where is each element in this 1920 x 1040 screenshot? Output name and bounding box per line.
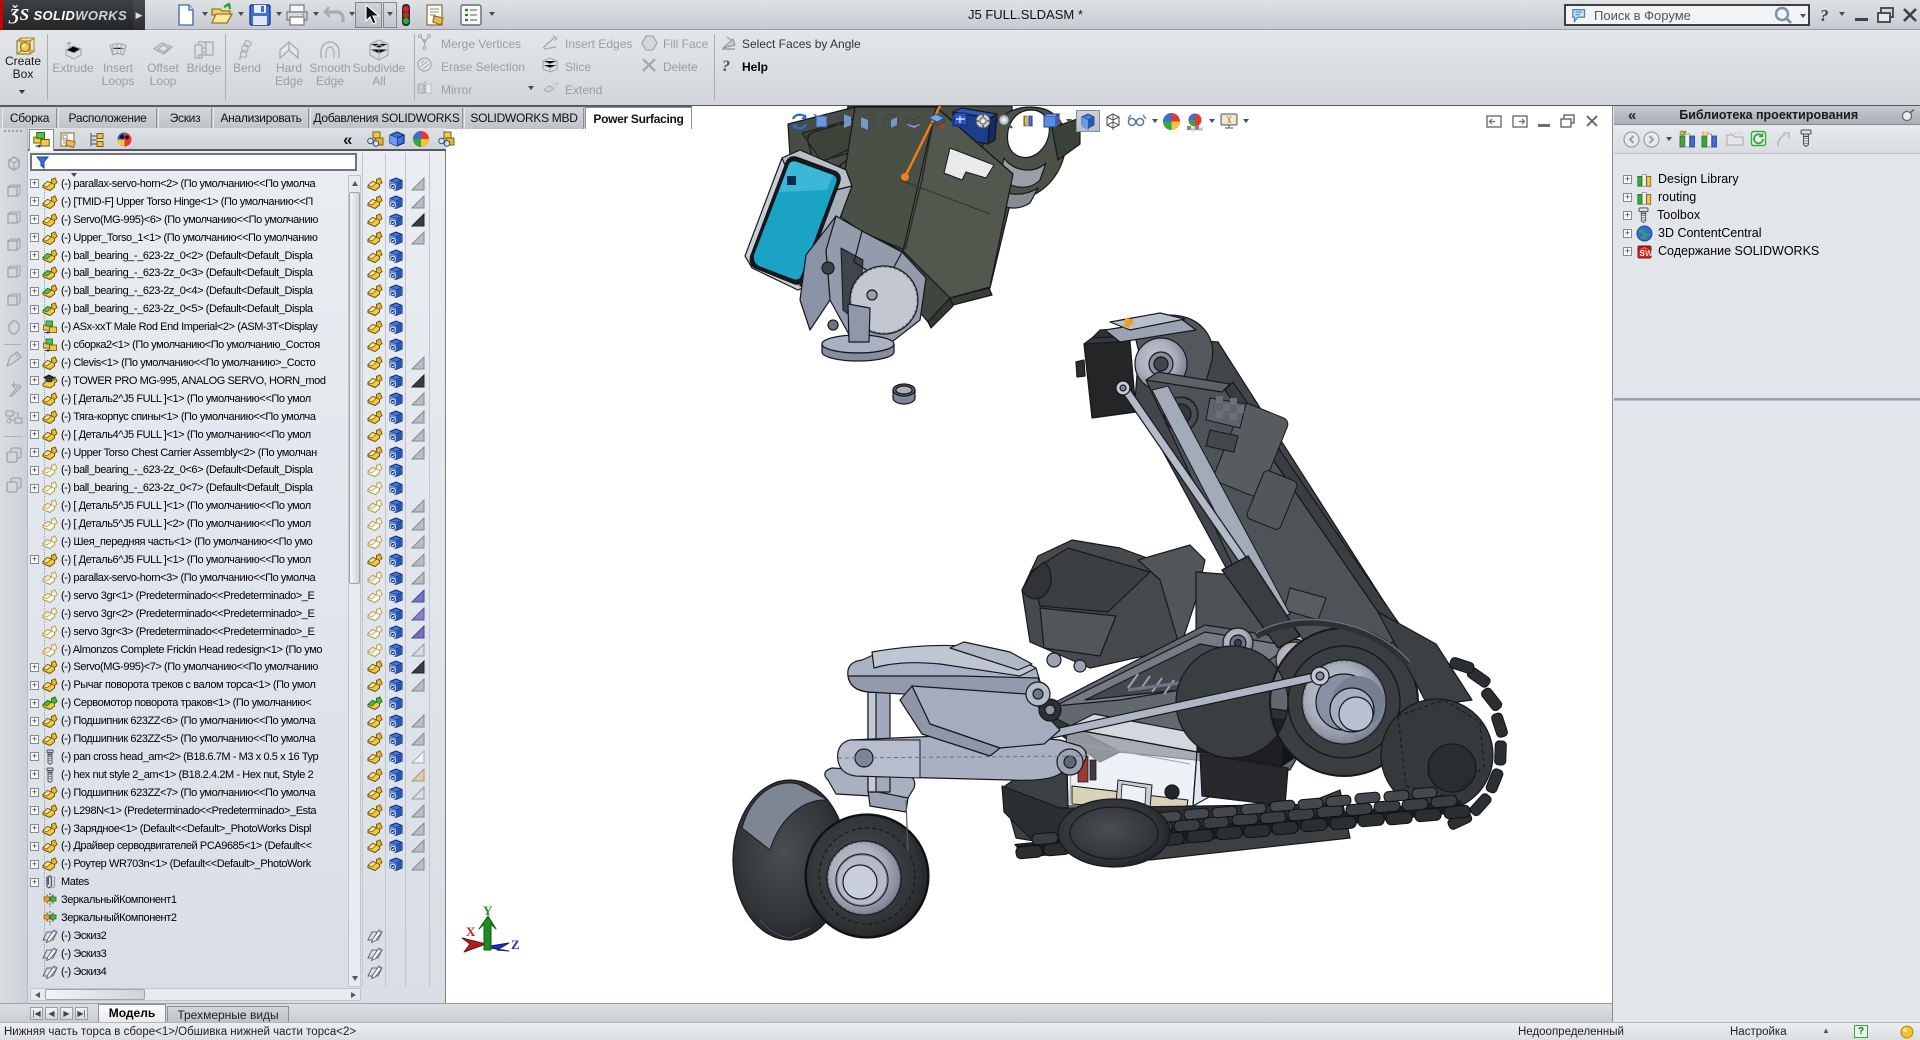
svg-text:Z: Z (511, 937, 520, 952)
svg-text:W: W (1645, 249, 1653, 258)
svg-text:?: ? (722, 58, 730, 74)
svg-text:Y: Y (483, 903, 493, 918)
svg-text:?: ? (1820, 6, 1829, 25)
svg-text:X: X (466, 924, 476, 939)
